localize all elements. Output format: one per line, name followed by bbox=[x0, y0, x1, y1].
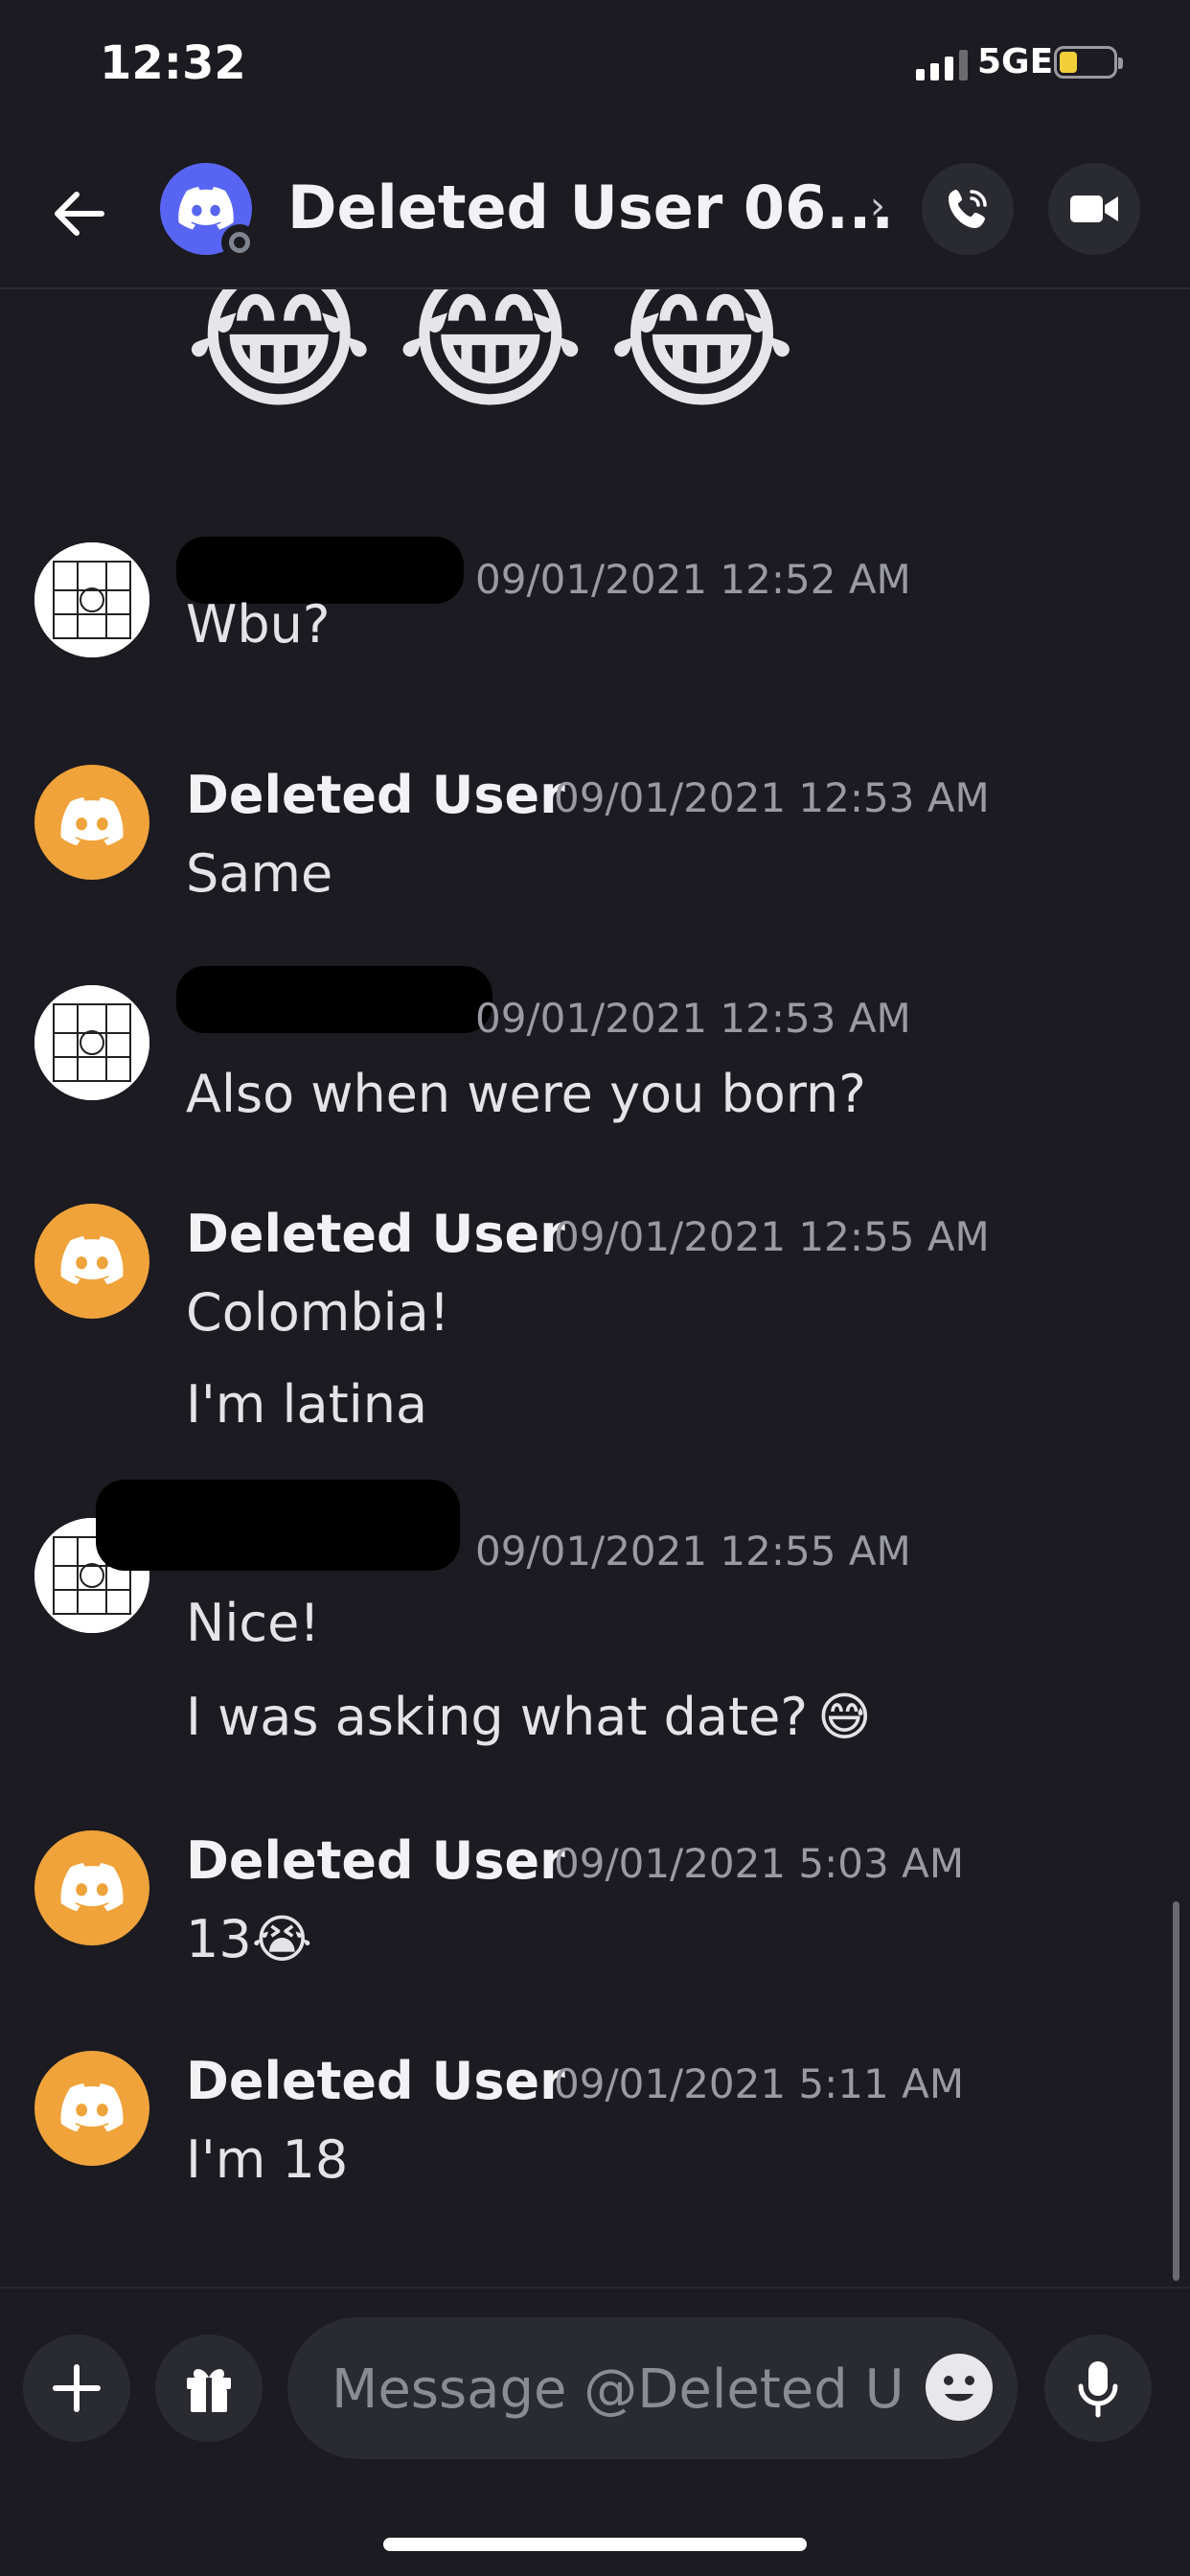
offline-status-icon bbox=[221, 224, 258, 261]
laughing-emoji: 😂 bbox=[395, 289, 586, 432]
battery-icon bbox=[1054, 46, 1123, 79]
message-text-content: 13 bbox=[186, 1909, 252, 1969]
discord-logo-icon bbox=[60, 1236, 124, 1285]
phone-icon bbox=[949, 190, 987, 228]
microphone-icon bbox=[1078, 2361, 1118, 2418]
message-group: Deleted User 09/01/2021 5:11 AM I'm 18 bbox=[0, 2051, 1150, 2204]
message-text: Wbu? bbox=[186, 594, 331, 655]
avatar[interactable] bbox=[34, 985, 149, 1100]
video-camera-icon bbox=[1070, 196, 1118, 222]
message-timestamp: 09/01/2021 12:55 AM bbox=[554, 1213, 990, 1260]
network-type: 5GE bbox=[977, 42, 1054, 81]
avatar[interactable] bbox=[34, 542, 149, 657]
chat-header: Deleted User 06... › bbox=[0, 134, 1190, 289]
message-author[interactable]: Deleted User bbox=[186, 1830, 565, 1891]
gift-button[interactable] bbox=[155, 2334, 263, 2442]
message-timestamp: 09/01/2021 12:53 AM bbox=[475, 995, 911, 1042]
sweat-smile-emoji: 😅 bbox=[817, 1687, 872, 1747]
message-timestamp: 09/01/2021 12:52 AM bbox=[475, 556, 911, 603]
message-group: Deleted User 09/01/2021 12:53 AM Same bbox=[0, 765, 1150, 918]
avatar[interactable] bbox=[34, 1204, 149, 1319]
message-text-content: I was asking what date? bbox=[186, 1687, 809, 1747]
message-input[interactable] bbox=[330, 2317, 908, 2461]
message-timestamp: 09/01/2021 5:11 AM bbox=[554, 2060, 965, 2107]
call-button[interactable] bbox=[922, 163, 1014, 255]
message-composer bbox=[0, 2287, 1190, 2480]
message-author[interactable]: Deleted User bbox=[186, 1204, 565, 1264]
message-author[interactable]: Deleted User bbox=[186, 765, 565, 825]
redacted-name bbox=[176, 966, 492, 1033]
message-list[interactable]: 😂 😂 😂 09/01/2021 12:52 AM Wbu? Deleted U… bbox=[0, 289, 1190, 2283]
chevron-right-icon[interactable]: › bbox=[870, 184, 885, 228]
redacted-name bbox=[96, 1480, 460, 1571]
message-text: Colombia! bbox=[186, 1282, 450, 1343]
message-text: I'm 18 bbox=[186, 2129, 349, 2190]
message-author[interactable]: Deleted User bbox=[186, 2051, 565, 2111]
home-indicator[interactable] bbox=[383, 2538, 807, 2551]
status-time: 12:32 bbox=[100, 36, 246, 90]
message-timestamp: 09/01/2021 5:03 AM bbox=[554, 1840, 965, 1887]
message-group: Deleted User 09/01/2021 5:03 AM 13 😭 bbox=[0, 1830, 1150, 1984]
discord-logo-icon bbox=[60, 1863, 124, 1912]
message-timestamp: 09/01/2021 12:55 AM bbox=[475, 1528, 911, 1575]
crying-emoji: 😭 bbox=[251, 1909, 312, 1969]
discord-logo-icon bbox=[60, 797, 124, 846]
plus-icon bbox=[53, 2364, 101, 2412]
message-text: 13 😭 bbox=[186, 1909, 312, 1969]
message-group: 09/01/2021 12:55 AM Nice! I was asking w… bbox=[0, 1480, 1150, 1767]
add-attachment-button[interactable] bbox=[23, 2334, 130, 2442]
page-title[interactable]: Deleted User 06... bbox=[287, 172, 894, 242]
message-group: 09/01/2021 12:52 AM Wbu? bbox=[0, 537, 1150, 700]
avatar[interactable] bbox=[34, 765, 149, 880]
message-text: Same bbox=[186, 843, 333, 904]
message-text: Also when were you born? bbox=[186, 1064, 866, 1124]
message-group: 09/01/2021 12:53 AM Also when were you b… bbox=[0, 966, 1150, 1138]
laughing-emoji: 😂 bbox=[184, 289, 375, 432]
avatar[interactable] bbox=[34, 2051, 149, 2166]
status-bar: 12:32 5GE bbox=[0, 0, 1190, 134]
laughing-emoji: 😂 bbox=[606, 289, 797, 432]
avatar[interactable] bbox=[160, 163, 258, 261]
message-timestamp: 09/01/2021 12:53 AM bbox=[554, 774, 990, 821]
smiley-icon[interactable] bbox=[926, 2354, 993, 2421]
discord-logo-icon bbox=[178, 187, 234, 230]
discord-logo-icon bbox=[60, 2083, 124, 2132]
video-call-button[interactable] bbox=[1048, 163, 1140, 255]
message-text: Nice! bbox=[186, 1593, 320, 1653]
gift-icon bbox=[187, 2369, 231, 2412]
message-group: Deleted User 09/01/2021 12:55 AM Colombi… bbox=[0, 1204, 1150, 1453]
voice-message-button[interactable] bbox=[1044, 2334, 1152, 2442]
avatar[interactable] bbox=[34, 1830, 149, 1945]
emoji-message: 😂 😂 😂 bbox=[184, 289, 797, 432]
message-input-container bbox=[287, 2317, 1018, 2461]
message-text: I was asking what date? 😅 bbox=[186, 1687, 871, 1747]
back-arrow-icon[interactable] bbox=[46, 180, 113, 247]
scrollbar[interactable] bbox=[1173, 1901, 1179, 2281]
signal-icon bbox=[916, 48, 968, 80]
message-text: I'm latina bbox=[186, 1374, 428, 1435]
